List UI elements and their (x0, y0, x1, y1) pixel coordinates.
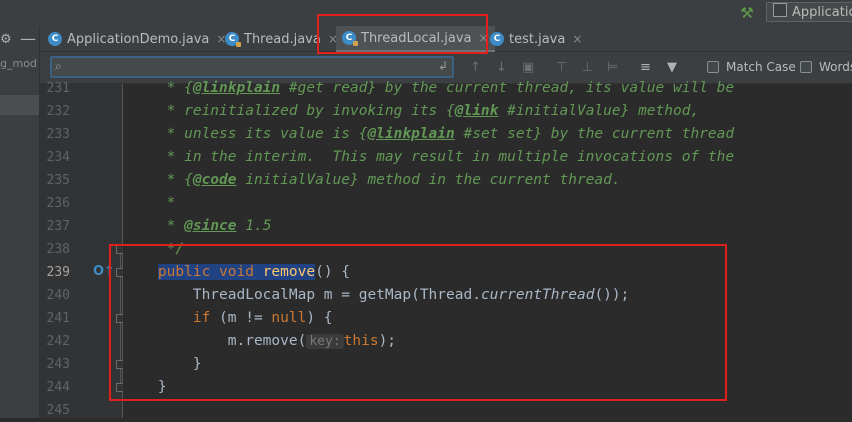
match-case-checkbox[interactable] (707, 61, 719, 73)
class-icon: C (48, 32, 62, 46)
code-line: * (157, 195, 176, 211)
line-number: 235 (46, 173, 70, 188)
code-line: * reinitialized by invoking its {@link #… (157, 103, 700, 119)
line-number: 244 (46, 380, 70, 395)
line-number: 236 (46, 196, 70, 211)
show-filter-popup-icon[interactable]: ≡ (640, 60, 651, 76)
previous-occurrence-icon[interactable]: ↑ (470, 60, 481, 76)
collapse-icon[interactable]: — (20, 29, 36, 48)
class-icon: C (490, 32, 504, 46)
tab-label: ApplicationDemo.java (67, 31, 210, 47)
tab-label: test.java (509, 31, 566, 47)
run-configuration-label: Applicatio (792, 5, 852, 20)
line-number: 238 (46, 242, 70, 257)
tab-applicationdemo[interactable]: C ApplicationDemo.java × (48, 26, 226, 52)
code-line: * {@linkplain #get read} by the current … (157, 80, 735, 96)
search-field[interactable]: ⌕ ↲ (50, 56, 454, 78)
remove-occurrence-icon[interactable]: ⊥ (582, 60, 593, 76)
project-selected-item[interactable] (0, 95, 39, 115)
find-all-icon[interactable]: ▣ (522, 60, 534, 76)
line-number: 237 (46, 219, 70, 234)
project-item-label[interactable]: g_mod (0, 57, 37, 70)
select-all-occurrences-icon[interactable]: ⊨ (607, 60, 618, 76)
line-number: 231 (46, 81, 70, 96)
line-number: 234 (46, 150, 70, 165)
search-input[interactable] (74, 59, 434, 75)
new-line-icon[interactable]: ↲ (438, 59, 448, 73)
filter-icon[interactable]: ▼ (667, 60, 677, 76)
match-case-label[interactable]: Match Case (726, 60, 796, 74)
line-number: 242 (46, 334, 70, 349)
tab-label: Thread.java (244, 31, 321, 47)
next-occurrence-icon[interactable]: ↓ (496, 60, 507, 76)
code-line: * unless its value is {@linkplain #set s… (157, 126, 735, 142)
line-number-current: 239 (46, 265, 70, 280)
line-number: 232 (46, 104, 70, 119)
add-occurrence-icon[interactable]: ⊤ (556, 60, 567, 76)
words-label[interactable]: Words (819, 60, 852, 74)
code-line: * in the interim. This may result in mul… (157, 149, 735, 165)
line-number: 245 (46, 403, 70, 418)
annotation-box-tab (317, 14, 488, 54)
close-icon[interactable]: × (572, 32, 582, 46)
code-line: * {@code initialValue} method in the cur… (157, 172, 621, 188)
application-config-icon (773, 3, 787, 17)
search-icon[interactable]: ⌕ (55, 59, 62, 74)
words-checkbox[interactable] (800, 61, 812, 73)
line-number: 243 (46, 357, 70, 372)
annotation-box-code (109, 244, 727, 401)
gear-icon[interactable]: ⚙ (0, 32, 12, 47)
build-hammer-icon[interactable]: ⚒ (738, 4, 756, 22)
project-panel: ⚙ — g_mod (0, 26, 40, 418)
tab-test[interactable]: C test.java × (490, 26, 582, 52)
class-locked-icon: C (225, 32, 241, 47)
code-line: * @since 1.5 (157, 218, 272, 234)
line-number: 240 (46, 288, 70, 303)
run-configuration-selector[interactable]: Applicatio (766, 2, 852, 22)
line-number: 233 (46, 127, 70, 142)
line-number: 241 (46, 311, 70, 326)
